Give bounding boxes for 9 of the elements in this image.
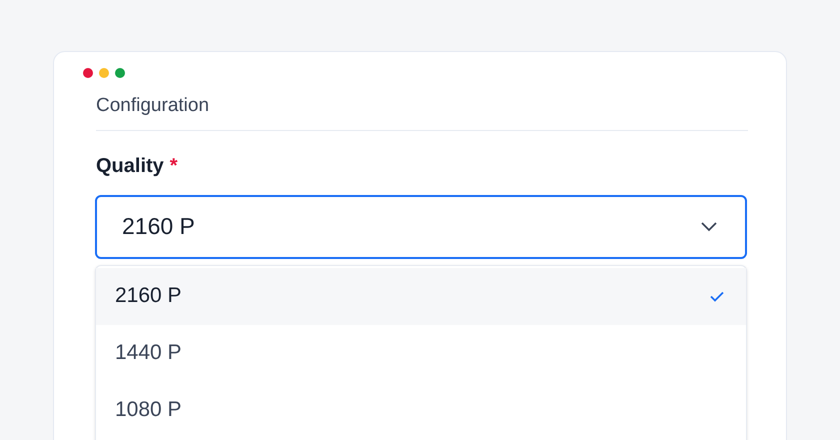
field-label: Quality bbox=[96, 154, 164, 178]
required-mark: * bbox=[170, 154, 178, 178]
dropdown-option[interactable]: 2160 P bbox=[96, 268, 746, 324]
dropdown-option[interactable]: 1080 P bbox=[96, 382, 746, 438]
check-icon bbox=[710, 290, 724, 302]
section-title: Configuration bbox=[96, 95, 210, 116]
quality-select[interactable]: 2160 P bbox=[95, 194, 747, 258]
chevron-down-icon bbox=[701, 222, 717, 232]
dropdown-option[interactable]: 1440 P bbox=[96, 324, 746, 382]
